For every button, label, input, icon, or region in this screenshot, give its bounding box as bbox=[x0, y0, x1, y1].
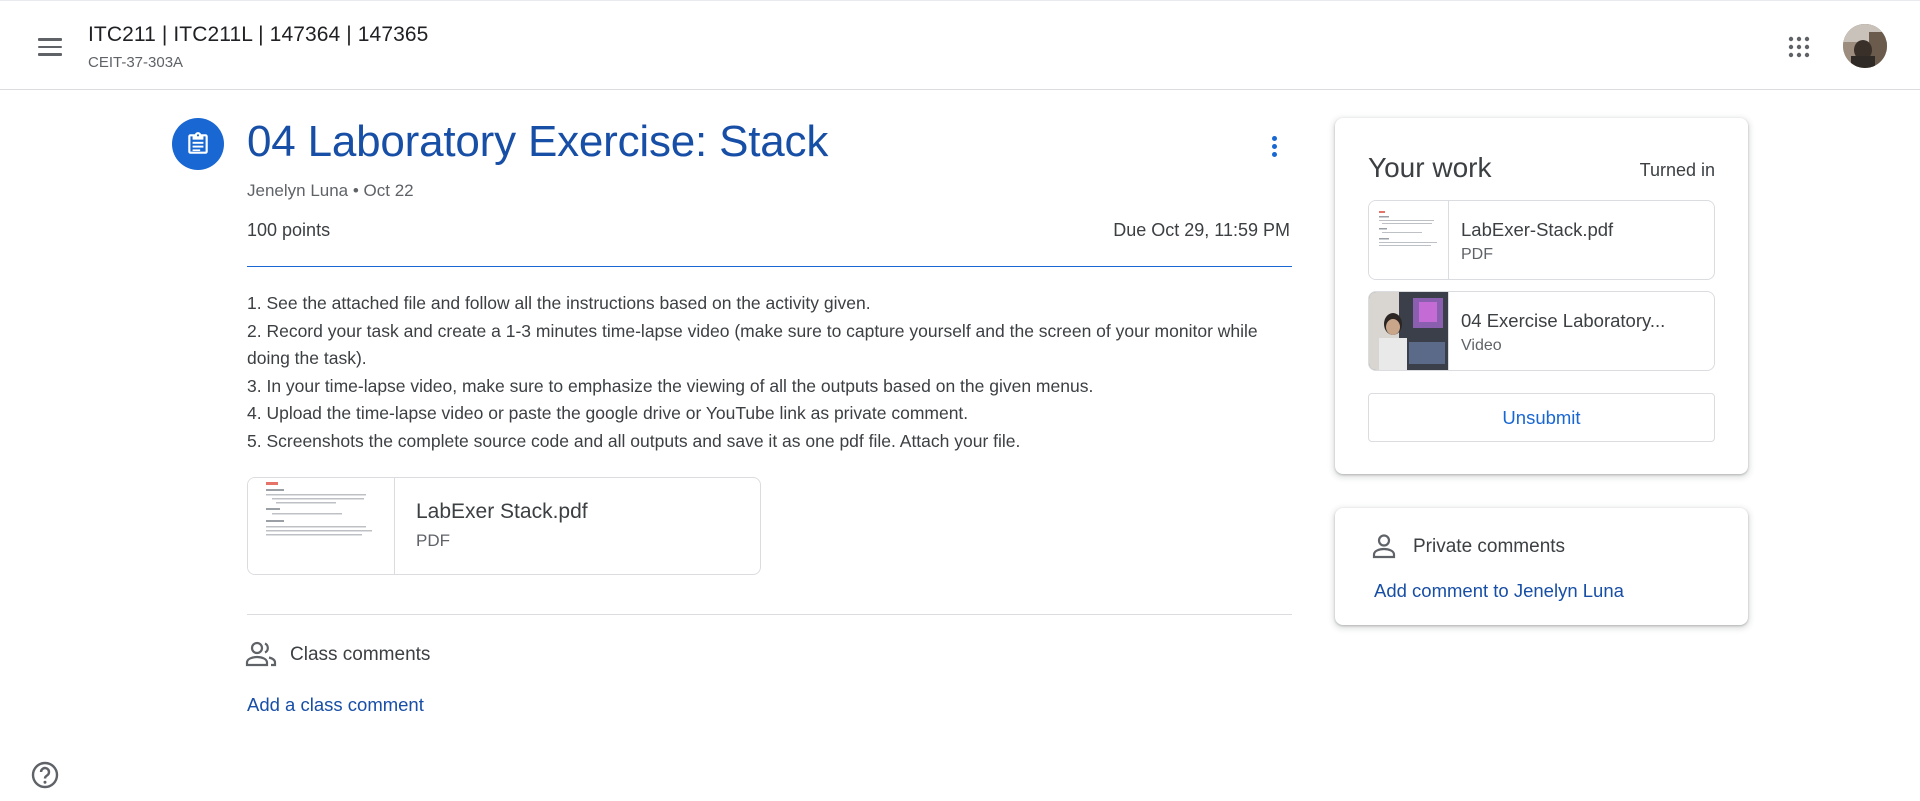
hamburger-menu-icon bbox=[38, 38, 62, 56]
private-comments-card: Private comments Add comment to Jenelyn … bbox=[1335, 508, 1748, 625]
your-work-title: Your work bbox=[1368, 152, 1492, 183]
instruction-line: 3. In your time-lapse video, make sure t… bbox=[247, 375, 1094, 396]
pdf-thumbnail bbox=[248, 478, 395, 574]
video-thumbnail bbox=[1369, 292, 1449, 370]
attachment-type: PDF bbox=[416, 531, 450, 550]
assignment-author-date: Jenelyn Luna • Oct 22 bbox=[247, 181, 414, 200]
submitted-file-type: PDF bbox=[1461, 246, 1493, 263]
comments-divider bbox=[247, 614, 1292, 615]
submission-status: Turned in bbox=[1639, 160, 1715, 180]
help-icon bbox=[31, 761, 59, 789]
google-apps-grid-icon bbox=[1788, 36, 1810, 58]
instruction-line: 2. Record your task and create a 1-3 min… bbox=[247, 320, 1258, 369]
instruction-line: 1. See the attached file and follow all … bbox=[247, 293, 871, 313]
add-private-comment-link[interactable]: Add comment to Jenelyn Luna bbox=[1374, 580, 1624, 602]
unsubmit-button[interactable]: Unsubmit bbox=[1368, 393, 1715, 442]
submitted-file-pdf[interactable]: LabExer-Stack.pdf PDF bbox=[1368, 200, 1715, 280]
attachment-card[interactable]: LabExer Stack.pdf PDF bbox=[247, 477, 761, 575]
google-apps-button[interactable] bbox=[1778, 26, 1820, 68]
user-avatar[interactable] bbox=[1843, 24, 1887, 68]
submitted-file-type: Video bbox=[1461, 337, 1502, 354]
header-divider bbox=[247, 266, 1292, 267]
assignment-due-date: Due Oct 29, 11:59 PM bbox=[1113, 220, 1290, 240]
assignment-title: 04 Laboratory Exercise: Stack bbox=[247, 117, 829, 166]
pdf-thumbnail bbox=[1369, 201, 1449, 279]
top-app-bar: ITC211 | ITC211L | 147364 | 147365 CEIT-… bbox=[0, 0, 1920, 90]
class-comments-label: Class comments bbox=[290, 644, 431, 665]
instruction-line: 5. Screenshots the complete source code … bbox=[247, 430, 1021, 451]
add-class-comment-link[interactable]: Add a class comment bbox=[247, 694, 424, 716]
your-work-card: Your work Turned in LabExer-Stack.pdf PD… bbox=[1335, 118, 1748, 474]
more-options-button[interactable] bbox=[1254, 126, 1294, 166]
assignment-instructions: 1. See the attached file and follow all … bbox=[247, 290, 1292, 455]
assignment-points: 100 points bbox=[247, 220, 331, 240]
instruction-line: 4. Upload the time-lapse video or paste … bbox=[247, 403, 969, 423]
people-icon bbox=[245, 641, 277, 667]
submitted-file-video[interactable]: 04 Exercise Laboratory... Video bbox=[1368, 291, 1715, 371]
submitted-file-name: 04 Exercise Laboratory... bbox=[1461, 310, 1666, 331]
avatar-photo bbox=[1843, 24, 1887, 68]
attachment-name: LabExer Stack.pdf bbox=[416, 500, 588, 523]
submitted-file-name: LabExer-Stack.pdf bbox=[1461, 219, 1614, 240]
person-icon bbox=[1372, 534, 1396, 559]
help-button[interactable] bbox=[30, 760, 60, 790]
private-comments-label: Private comments bbox=[1413, 536, 1566, 557]
assignment-icon-badge bbox=[172, 118, 224, 170]
class-title[interactable]: ITC211 | ITC211L | 147364 | 147365 bbox=[88, 23, 428, 47]
main-menu-button[interactable] bbox=[30, 27, 70, 67]
assignment-clipboard-icon bbox=[188, 132, 208, 154]
class-section: CEIT-37-303A bbox=[88, 54, 184, 71]
